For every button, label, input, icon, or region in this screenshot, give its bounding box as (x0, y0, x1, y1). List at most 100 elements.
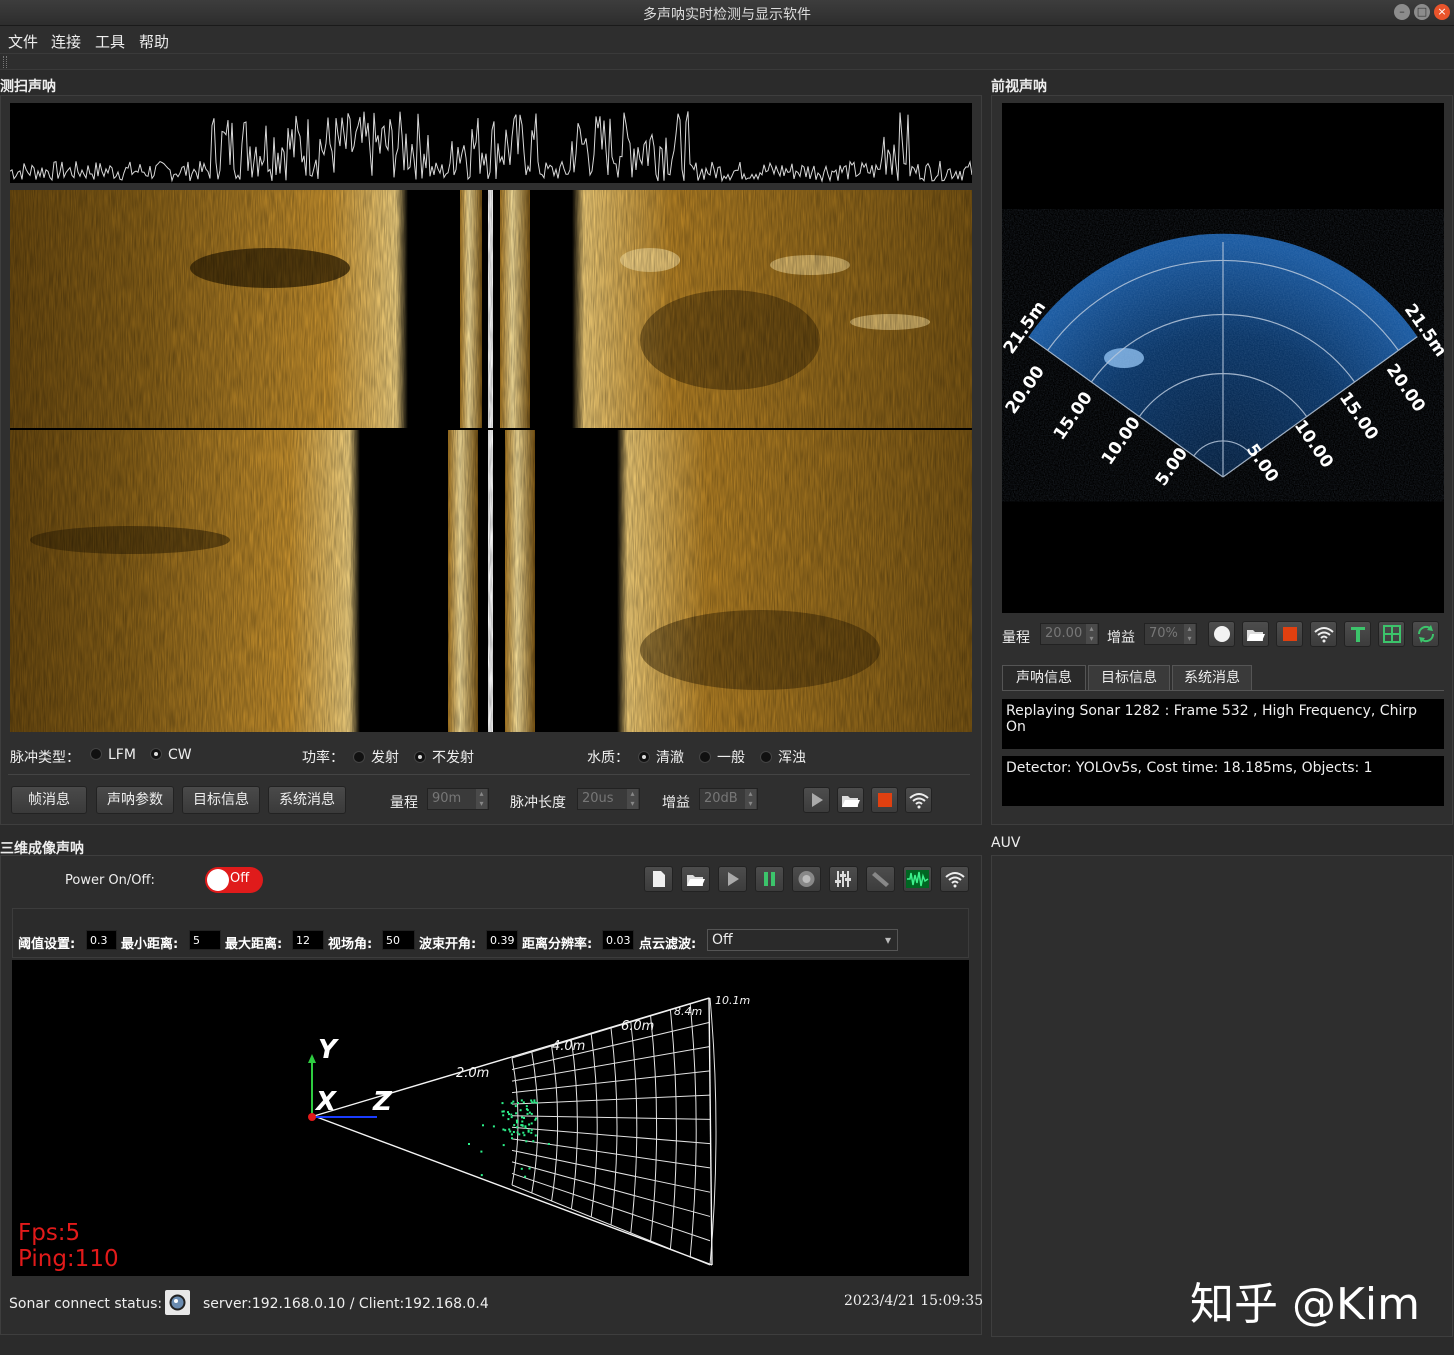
stop-icon[interactable] (871, 787, 898, 813)
point (512, 1100, 515, 1103)
open-folder-icon[interactable] (681, 866, 710, 892)
paint-icon[interactable] (866, 866, 895, 892)
front-sonar-view: 21.5m 20.00 15.00 10.00 5.00 21.5m 20.00… (1000, 103, 1451, 613)
open-folder-icon[interactable] (1242, 621, 1269, 647)
mesh-line (689, 1003, 697, 1258)
target-info-button[interactable]: 目标信息 (182, 786, 260, 814)
sidescan-waterfall (10, 190, 972, 732)
point (511, 1137, 513, 1140)
radio-transmit[interactable]: 发射 (353, 747, 399, 767)
wifi-icon[interactable] (1310, 621, 1337, 647)
range-res-input[interactable]: 0.03 (602, 930, 634, 950)
point (508, 1128, 511, 1131)
range-label: 量程 (390, 795, 418, 811)
mesh-line (511, 1184, 711, 1266)
radio-turbid[interactable]: 浑浊 (760, 747, 806, 767)
point (508, 1113, 510, 1116)
toolbar-strip (0, 54, 1454, 70)
menu-help[interactable]: 帮助 (139, 31, 169, 52)
radio-no-transmit-label: 不发射 (432, 750, 474, 766)
sonar-params-button[interactable]: 声呐参数 (96, 786, 174, 814)
system-msg-button[interactable]: 系统消息 (268, 786, 346, 814)
point (514, 1105, 517, 1108)
stop-icon[interactable] (1276, 621, 1303, 647)
radio-normal-indicator[interactable] (699, 751, 711, 763)
new-file-icon[interactable] (644, 866, 673, 892)
title-bar: 多声呐实时检测与显示软件 – □ × (0, 0, 1454, 26)
grid-icon[interactable] (1378, 621, 1405, 647)
equalizer-icon[interactable] (829, 866, 858, 892)
wifi-icon[interactable] (940, 866, 969, 892)
tab-sonar-info[interactable]: 声呐信息 (1002, 665, 1086, 691)
point (532, 1140, 535, 1143)
tab-system-msg[interactable]: 系统消息 (1172, 665, 1252, 691)
radio-clear[interactable]: 清澈 (638, 747, 684, 767)
radio-normal-label: 一般 (717, 750, 745, 766)
wifi-icon[interactable] (905, 787, 932, 813)
mesh-line (610, 1027, 618, 1226)
radio-no-transmit[interactable]: 不发射 (414, 747, 474, 767)
radio-turbid-indicator[interactable] (760, 751, 772, 763)
max-distance-input[interactable]: 12 (292, 930, 324, 950)
radio-clear-label: 清澈 (656, 750, 684, 766)
radio-normal[interactable]: 一般 (699, 747, 745, 767)
radio-cw-indicator[interactable] (150, 748, 162, 760)
ring-label-left-20: 20.00 (1002, 362, 1049, 418)
pointcloud-view[interactable]: Y X Z 2.0m 4.0m 6.0m 8.4m 10.1m (12, 960, 969, 1276)
radio-lfm-indicator[interactable] (90, 748, 102, 760)
record-icon[interactable] (792, 866, 821, 892)
play-icon[interactable] (803, 787, 830, 813)
toggle-knob (207, 869, 229, 891)
radio-cw[interactable]: CW (150, 747, 192, 763)
play-icon[interactable] (718, 866, 747, 892)
front-range-spinbox[interactable]: 20.00 (1040, 623, 1099, 645)
point (515, 1112, 518, 1115)
radio-lfm[interactable]: LFM (90, 747, 136, 763)
point (510, 1116, 513, 1119)
front-gain-spinbox[interactable]: 70% (1144, 623, 1197, 645)
pause-icon[interactable] (755, 866, 784, 892)
point (530, 1112, 533, 1115)
waveform-icon[interactable] (903, 866, 932, 892)
toolbar-grip[interactable] (3, 56, 7, 68)
fov-input[interactable]: 50 (382, 930, 415, 950)
radio-no-transmit-indicator[interactable] (414, 751, 426, 763)
frame-msg-button[interactable]: 帧消息 (11, 786, 87, 814)
refresh-icon[interactable] (1412, 621, 1439, 647)
tab-divider (1002, 690, 1444, 691)
power-toggle[interactable]: Off (205, 867, 263, 893)
point (502, 1144, 505, 1147)
timestamp: 2023/4/21 15:09:35 (844, 1293, 984, 1309)
minimize-button[interactable]: – (1394, 4, 1410, 20)
radio-clear-indicator[interactable] (638, 751, 650, 763)
tab-target-info[interactable]: 目标信息 (1088, 665, 1170, 691)
point (528, 1123, 531, 1126)
pc-filter-select[interactable]: Off (707, 929, 898, 951)
threshold-input[interactable]: 0.3 (86, 930, 117, 950)
range-spinbox[interactable]: 90m (427, 788, 489, 810)
axis-y-label: Y (318, 1035, 340, 1065)
pulse-length-spinbox[interactable]: 20us (577, 788, 640, 810)
point (502, 1128, 505, 1131)
maximize-button[interactable]: □ (1414, 4, 1430, 20)
gain-spinbox[interactable]: 20dB (699, 788, 758, 810)
menu-tools[interactable]: 工具 (95, 31, 125, 52)
radio-transmit-indicator[interactable] (353, 751, 365, 763)
mesh-line (570, 1039, 578, 1210)
fps-text: Fps:5 (18, 1220, 81, 1246)
point (519, 1109, 522, 1112)
beam-angle-input[interactable]: 0.39 (486, 930, 518, 950)
menu-connect[interactable]: 连接 (51, 31, 81, 52)
point (533, 1099, 536, 1102)
circle-icon[interactable] (1208, 621, 1235, 647)
open-folder-icon[interactable] (837, 787, 864, 813)
close-button[interactable]: × (1434, 4, 1450, 20)
point (516, 1126, 519, 1129)
text-icon[interactable] (1344, 621, 1371, 647)
point (507, 1118, 510, 1121)
distance-label-4m: 4.0m (552, 1039, 585, 1054)
axis-x-label: X (314, 1087, 338, 1117)
menu-file[interactable]: 文件 (8, 31, 38, 52)
min-distance-input[interactable]: 5 (189, 930, 221, 950)
point (526, 1112, 529, 1115)
